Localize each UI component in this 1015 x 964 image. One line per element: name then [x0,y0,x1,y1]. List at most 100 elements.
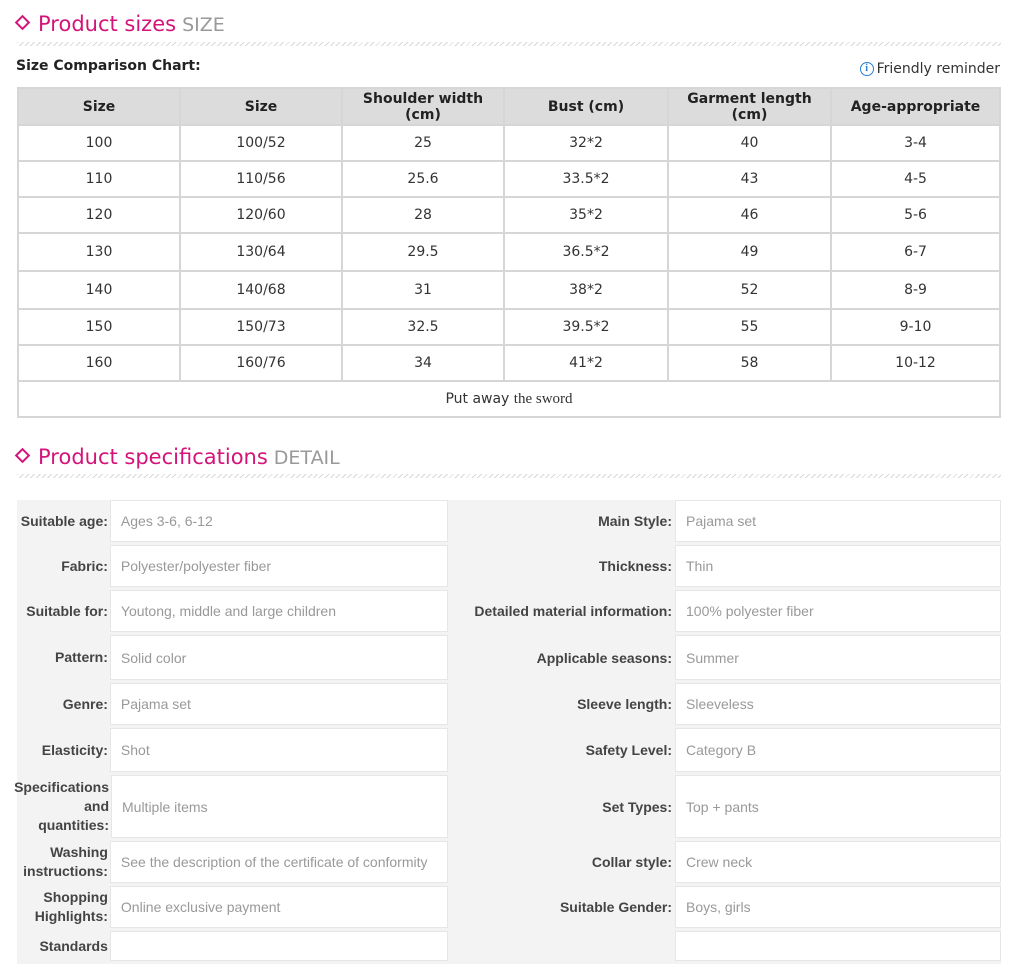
spec-value: Solid color [109,635,448,680]
spec-label: Elasticity: [41,741,108,758]
spec-title: Product specifications [38,445,268,469]
header-cell: Garment length (cm) [667,87,832,126]
table-cell: 3-4 [830,124,1001,162]
spec-value: Youtong, middle and large children [109,590,448,632]
table-cell: 33.5*2 [503,160,669,198]
table-cell: 140 [17,270,181,310]
table-row: 140 140/68 31 38*2 52 8-9 [17,270,1001,310]
spec-label: Safety Level: [585,742,672,758]
table-cell: 43 [667,160,832,198]
spec-label: Washing instructions: [23,844,108,879]
table-cell: 29.5 [341,232,505,272]
table-cell: 38*2 [503,270,669,310]
friendly-reminder-link[interactable]: i Friendly reminder [859,61,1000,77]
table-cell: 4-5 [830,160,1001,198]
spec-value: Boys, girls [675,886,1001,928]
table-cell: 120/60 [179,196,343,234]
spec-grid: Suitable age: Ages 3-6, 6-12 Main Style: Pa… [14,500,1001,964]
table-cell: 31 [341,270,505,310]
table-cell: 100/52 [179,124,343,162]
table-cell: 130/64 [179,232,343,272]
diamond-icon [14,14,31,31]
table-cell: 39.5*2 [503,308,669,346]
spec-value: Crew neck [675,841,1001,883]
footer-cell: Put away the sword [17,380,1001,418]
spec-row: Suitable for: Youtong, middle and large c… [17,590,1001,635]
spec-label: Fabric: [61,557,108,574]
table-cell: 28 [341,196,505,234]
table-cell: 160 [17,344,181,382]
spec-subtitle: DETAIL [273,447,340,469]
spec-value: Pajama set [109,683,448,725]
table-cell: 110/56 [179,160,343,198]
info-icon: i [859,62,874,76]
spec-value: Shot [109,728,448,772]
spec-row: Washing instructions: See the description… [17,841,1001,886]
spec-value: Summer [675,635,1001,680]
table-cell: 35*2 [503,196,669,234]
footer-text-secondary: the sword [513,390,573,407]
header-cell: Age-appropriate [830,87,1001,126]
table-cell: 8-9 [830,270,1001,310]
spec-label: Main Style: [598,513,672,529]
spec-value: Top + pants [675,775,1001,838]
spec-section-header: Product specifications DETAIL [14,445,340,471]
table-cell: 10-12 [830,344,1001,382]
spec-label: Specifications and quantities: [14,779,109,833]
table-cell: 120 [17,196,181,234]
spec-label: Set Types: [602,798,672,815]
spec-label: Standards [39,937,108,954]
spec-row: Standards [17,931,1001,964]
table-row: 110 110/56 25.6 33.5*2 43 4-5 [17,160,1001,198]
footer-text: Put away [445,390,510,407]
header-cell: Size [17,87,181,126]
table-cell: 110 [17,160,181,198]
table-cell: 36.5*2 [503,232,669,272]
table-cell: 32*2 [503,124,669,162]
table-cell: 52 [667,270,832,310]
spec-value: Polyester/polyester fiber [109,545,448,587]
table-cell: 25.6 [341,160,505,198]
spec-row: Specifications and quantities: Multiple i… [14,775,1001,841]
spec-row: Genre: Pajama set Sleeve length: Sleeveless [17,683,1001,728]
spec-row: Fabric: Polyester/polyester fiber Thicknes… [17,545,1001,590]
spec-value [675,931,1001,961]
spec-value: Thin [675,545,1001,587]
size-comparison-table: Size Size Shoulder width (cm) Bust (cm) … [17,87,1001,418]
table-cell: 55 [667,308,832,346]
table-body: 100 100/52 25 32*2 40 3-4 110 110/56 25.6 33.5*2 4… [17,124,1001,382]
spec-label: Detailed material information: [474,603,672,619]
spec-row: Elasticity: Shot Safety Level: Category B [17,728,1001,775]
spec-label: Sleeve length: [577,696,672,712]
table-cell: 25 [341,124,505,162]
table-header-row: Size Size Shoulder width (cm) Bust (cm) … [17,87,1001,126]
table-cell: 130 [17,232,181,272]
spec-label: Thickness: [598,558,672,574]
sizes-section-header: Product sizes SIZE [14,12,225,38]
dashed-divider [17,42,1001,46]
spec-value: See the description of the certificate o… [109,841,448,883]
table-cell: 150/73 [179,308,343,346]
table-row: 120 120/60 28 35*2 46 5-6 [17,196,1001,234]
spec-label: Shopping Highlights: [34,889,108,924]
table-cell: 32.5 [341,308,505,346]
table-cell: 46 [667,196,832,234]
spec-row: Pattern: Solid color Applicable seasons: Su… [17,635,1001,683]
sizes-subtitle: SIZE [182,14,225,36]
table-footer-row: Put away the sword [17,380,1001,418]
spec-label [448,931,675,961]
spec-value: Multiple items [111,775,448,838]
header-cell: Size [179,87,343,126]
spec-label: Collar style: [591,854,672,870]
spec-row: Shopping Highlights: Online exclusive pay… [17,886,1001,931]
spec-value [109,931,448,961]
size-chart-label: Size Comparison Chart: [16,58,201,74]
table-cell: 34 [341,344,505,382]
table-row: 100 100/52 25 32*2 40 3-4 [17,124,1001,162]
table-cell: 150 [17,308,181,346]
spec-label: Applicable seasons: [536,649,672,666]
spec-value: Pajama set [675,500,1001,542]
table-row: 150 150/73 32.5 39.5*2 55 9-10 [17,308,1001,346]
table-cell: 6-7 [830,232,1001,272]
spec-label: Suitable for: [26,602,108,619]
